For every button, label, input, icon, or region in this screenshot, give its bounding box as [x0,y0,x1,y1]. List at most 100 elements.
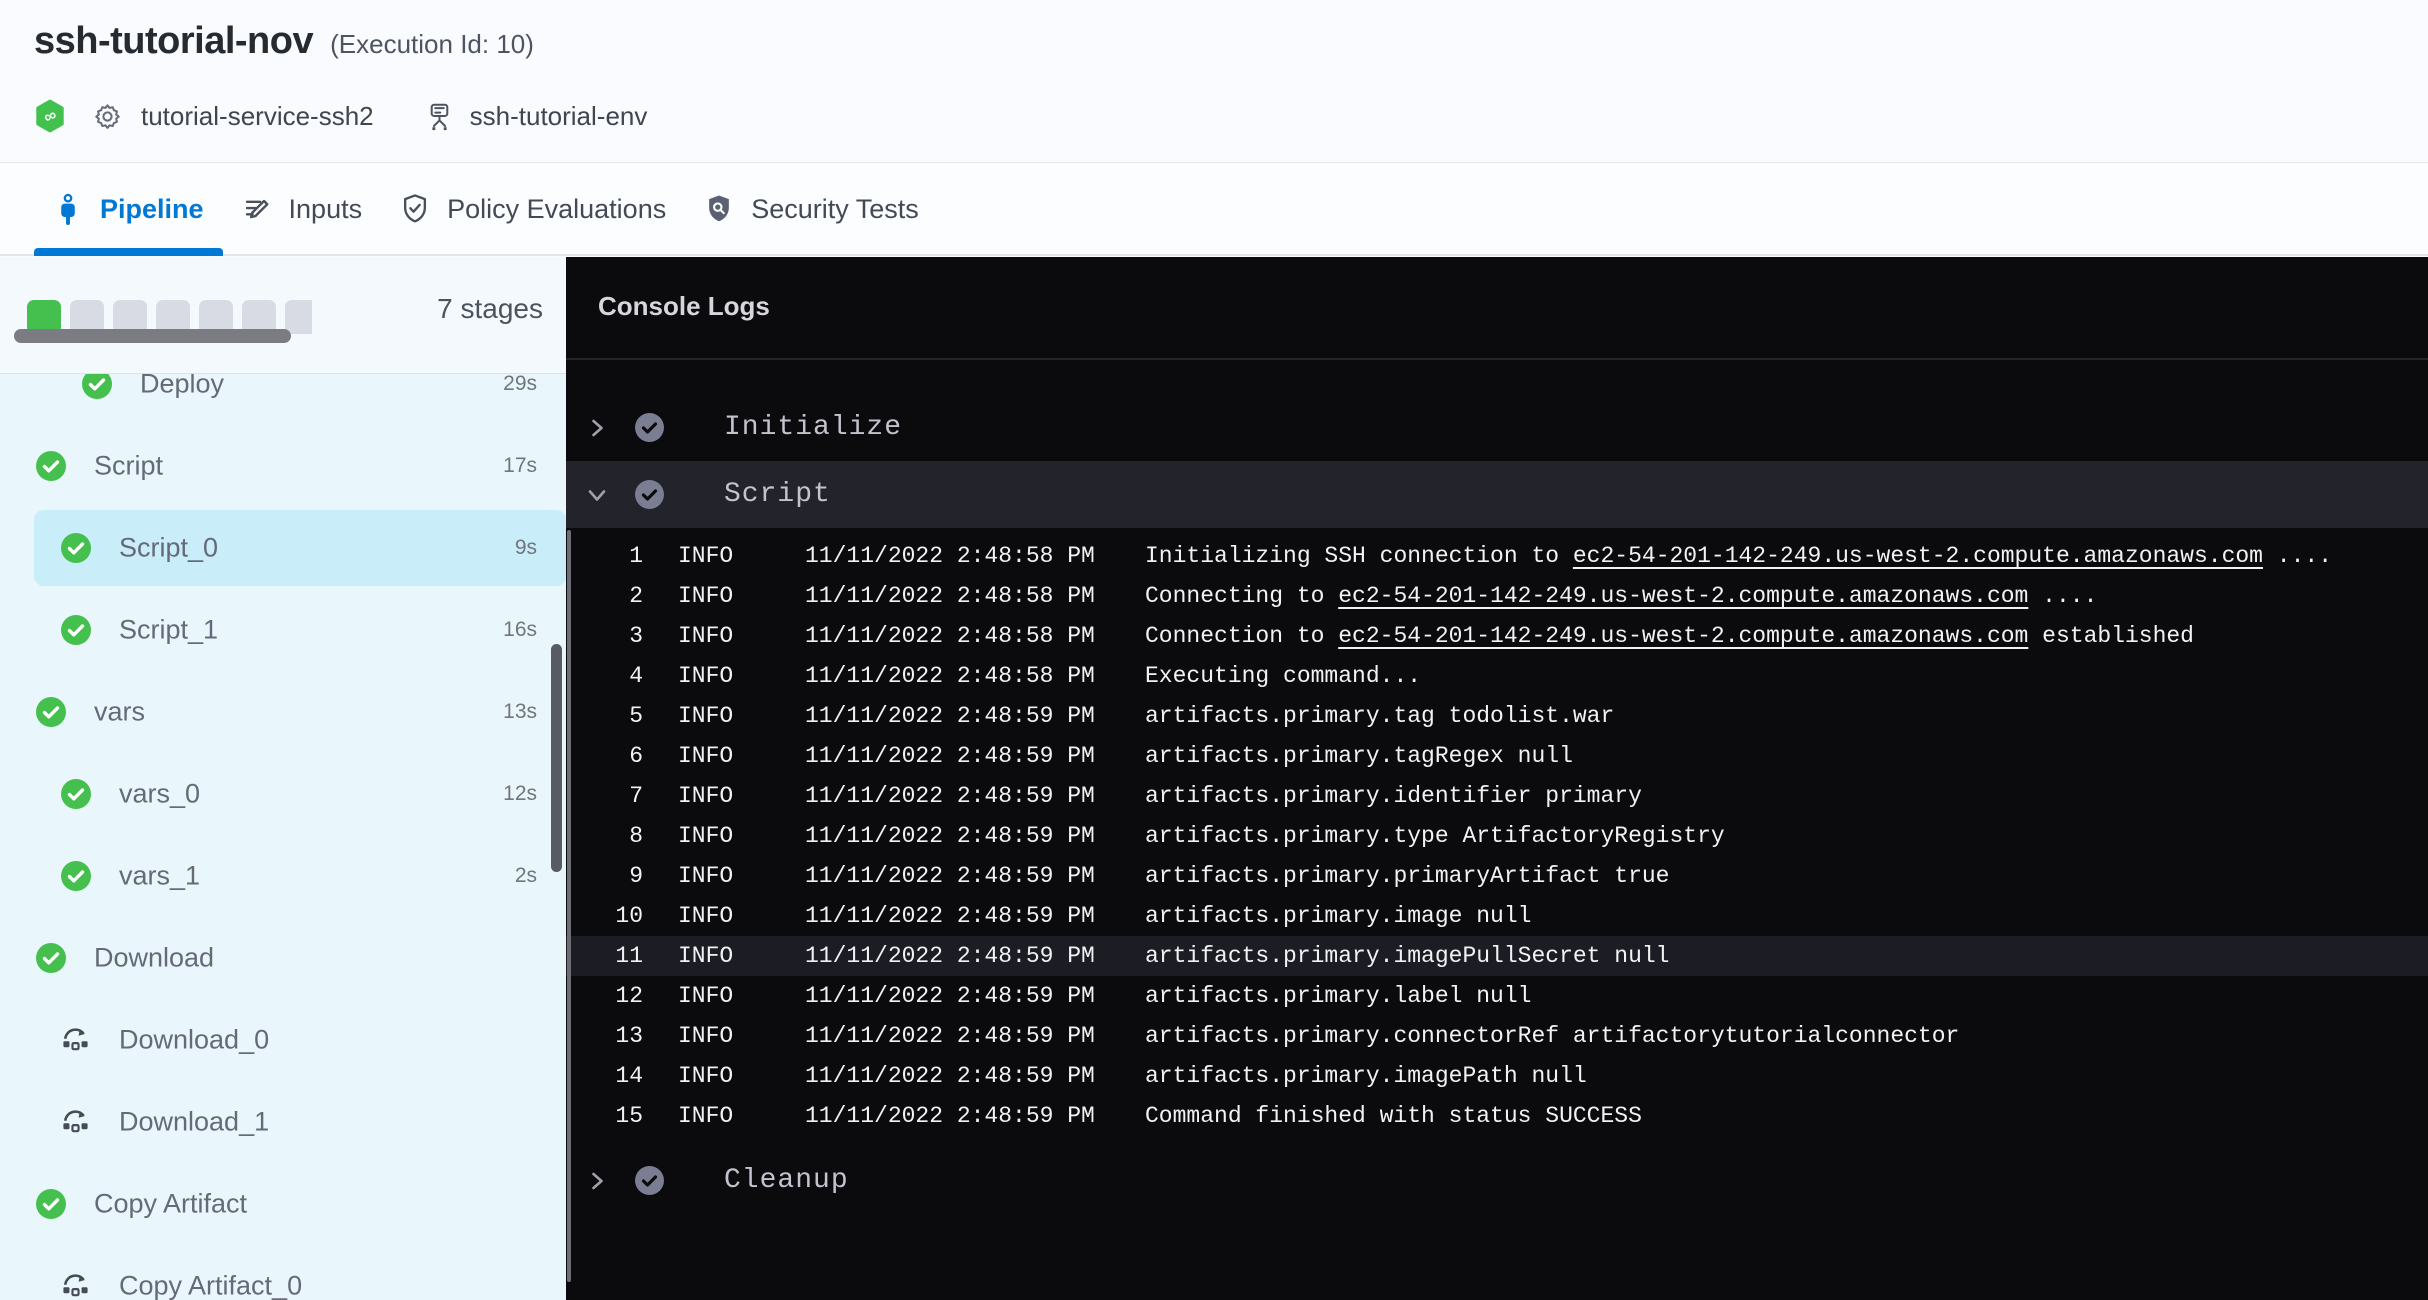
log-text: .... [2263,543,2332,569]
stage-label: Download_0 [119,1025,269,1056]
log-timestamp: 11/11/2022 2:48:59 PM [805,1063,1145,1089]
log-message: artifacts.primary.identifier primary [1145,783,2428,809]
stage-label: Download_1 [119,1107,269,1138]
stage-duration: 13s [503,700,537,724]
stage-list: Deploy29sScript17sScript_09sScript_116sv… [0,343,566,1300]
tab-security-tests[interactable]: Security Tests [685,164,938,254]
log-text: Connecting to [1145,583,1338,609]
log-row[interactable]: 4INFO11/11/2022 2:48:58 PMExecuting comm… [566,656,2428,696]
stage-label: Download [94,943,214,974]
log-text: artifacts.primary.imagePath null [1145,1063,1587,1089]
security-shield-icon [704,193,734,225]
stage-row[interactable]: Download_1 [0,1081,566,1163]
sidebar-scrollbar-thumb[interactable] [551,644,562,872]
log-message: artifacts.primary.connectorRef artifacto… [1145,1023,2428,1049]
stage-duration: 29s [503,372,537,396]
success-badge-icon [635,413,664,442]
log-line-number: 8 [566,823,643,849]
tab-inputs-label: Inputs [289,194,363,225]
stage-label: Script_0 [119,533,218,564]
log-row[interactable]: 5INFO11/11/2022 2:48:59 PMartifacts.prim… [566,696,2428,736]
log-line-number: 2 [566,583,643,609]
log-line-number: 6 [566,743,643,769]
console-section-label: Initialize [724,412,902,443]
log-message: Executing command... [1145,663,2428,689]
log-message: artifacts.primary.tagRegex null [1145,743,2428,769]
console-section-initialize[interactable]: Initialize [566,394,2428,461]
tab-policy-evaluations[interactable]: Policy Evaluations [381,164,685,254]
success-check-icon [61,779,91,809]
log-row[interactable]: 1INFO11/11/2022 2:48:58 PMInitializing S… [566,536,2428,576]
console-section-cleanup[interactable]: Cleanup [566,1147,2428,1214]
stage-duration: 12s [503,782,537,806]
success-check-icon [61,861,91,891]
stage-row[interactable]: Copy Artifact [0,1163,566,1245]
log-row[interactable]: 9INFO11/11/2022 2:48:59 PMartifacts.prim… [566,856,2428,896]
stage-row[interactable]: Script_0 9s [0,507,566,589]
tab-policy-evaluations-label: Policy Evaluations [447,194,666,225]
stage-duration: 9s [515,536,537,560]
command-step-icon [61,1026,90,1055]
log-message: artifacts.primary.imagePath null [1145,1063,2428,1089]
horizontal-scrollbar-thumb[interactable] [14,329,291,343]
log-level: INFO [678,783,805,809]
log-text: artifacts.primary.identifier primary [1145,783,1642,809]
log-timestamp: 11/11/2022 2:48:59 PM [805,1103,1145,1129]
log-line-number: 10 [566,903,643,929]
log-line-number: 3 [566,623,643,649]
service-name[interactable]: tutorial-service-ssh2 [141,101,374,132]
inputs-icon [242,194,272,224]
success-check-icon [36,1189,66,1219]
log-row[interactable]: 8INFO11/11/2022 2:48:59 PMartifacts.prim… [566,816,2428,856]
log-row[interactable]: 11INFO11/11/2022 2:48:59 PMartifacts.pri… [566,936,2428,976]
log-timestamp: 11/11/2022 2:48:59 PM [805,903,1145,929]
console-section-label: Script [724,479,831,510]
stage-row[interactable]: Download_0 [0,999,566,1081]
console-section-script[interactable]: Script [566,461,2428,528]
log-row[interactable]: 7INFO11/11/2022 2:48:59 PMartifacts.prim… [566,776,2428,816]
log-row[interactable]: 13INFO11/11/2022 2:48:59 PMartifacts.pri… [566,1016,2428,1056]
policy-shield-icon [400,193,430,225]
tab-bar: Pipeline Inputs Policy Evaluations [0,164,2428,256]
stage-row[interactable]: Script_116s [0,589,566,671]
tab-inputs[interactable]: Inputs [223,164,382,254]
stage-row[interactable]: vars_12s [0,835,566,917]
stage-row[interactable]: vars13s [0,671,566,753]
stage-label: Copy Artifact_0 [119,1271,302,1300]
log-row[interactable]: 6INFO11/11/2022 2:48:59 PMartifacts.prim… [566,736,2428,776]
log-host-link[interactable]: ec2-54-201-142-249.us-west-2.compute.ama… [1573,543,2263,569]
stage-row[interactable]: Download [0,917,566,999]
command-step-icon [61,1108,90,1137]
stages-sidebar: 7 stages Deploy29sScript17sScript_09sScr… [0,257,566,1300]
tab-pipeline-label: Pipeline [100,194,204,225]
stage-row[interactable]: Copy Artifact_0 [0,1245,566,1300]
log-row[interactable]: 3INFO11/11/2022 2:48:58 PMConnection to … [566,616,2428,656]
chevron-right-icon[interactable] [585,416,609,440]
log-text: artifacts.primary.label null [1145,983,1531,1009]
log-host-link[interactable]: ec2-54-201-142-249.us-west-2.compute.ama… [1338,583,2028,609]
log-row[interactable]: 15INFO11/11/2022 2:48:59 PMCommand finis… [566,1096,2428,1136]
tab-pipeline[interactable]: Pipeline [34,164,223,254]
log-text: Connection to [1145,623,1338,649]
log-timestamp: 11/11/2022 2:48:58 PM [805,623,1145,649]
success-badge-icon [635,1166,664,1195]
chevron-right-icon[interactable] [585,1169,609,1193]
stage-row[interactable]: Script17s [0,425,566,507]
tab-security-tests-label: Security Tests [751,194,919,225]
stage-duration: 16s [503,618,537,642]
log-row[interactable]: 2INFO11/11/2022 2:48:58 PMConnecting to … [566,576,2428,616]
log-level: INFO [678,1023,805,1049]
console-scrollbar-thumb[interactable] [567,530,571,1282]
log-host-link[interactable]: ec2-54-201-142-249.us-west-2.compute.ama… [1338,623,2028,649]
stage-progress-segment[interactable] [285,300,312,334]
environment-name[interactable]: ssh-tutorial-env [470,101,648,132]
stage-label: Script [94,451,163,482]
chevron-down-icon[interactable] [585,483,609,507]
log-row[interactable]: 14INFO11/11/2022 2:48:59 PMartifacts.pri… [566,1056,2428,1096]
log-row[interactable]: 12INFO11/11/2022 2:48:59 PMartifacts.pri… [566,976,2428,1016]
console-panel: Console Logs Initialize Script 1INFO11/1… [566,257,2428,1300]
log-level: INFO [678,1063,805,1089]
log-row[interactable]: 10INFO11/11/2022 2:48:59 PMartifacts.pri… [566,896,2428,936]
stage-row[interactable]: vars_012s [0,753,566,835]
service-gear-icon [93,102,122,131]
